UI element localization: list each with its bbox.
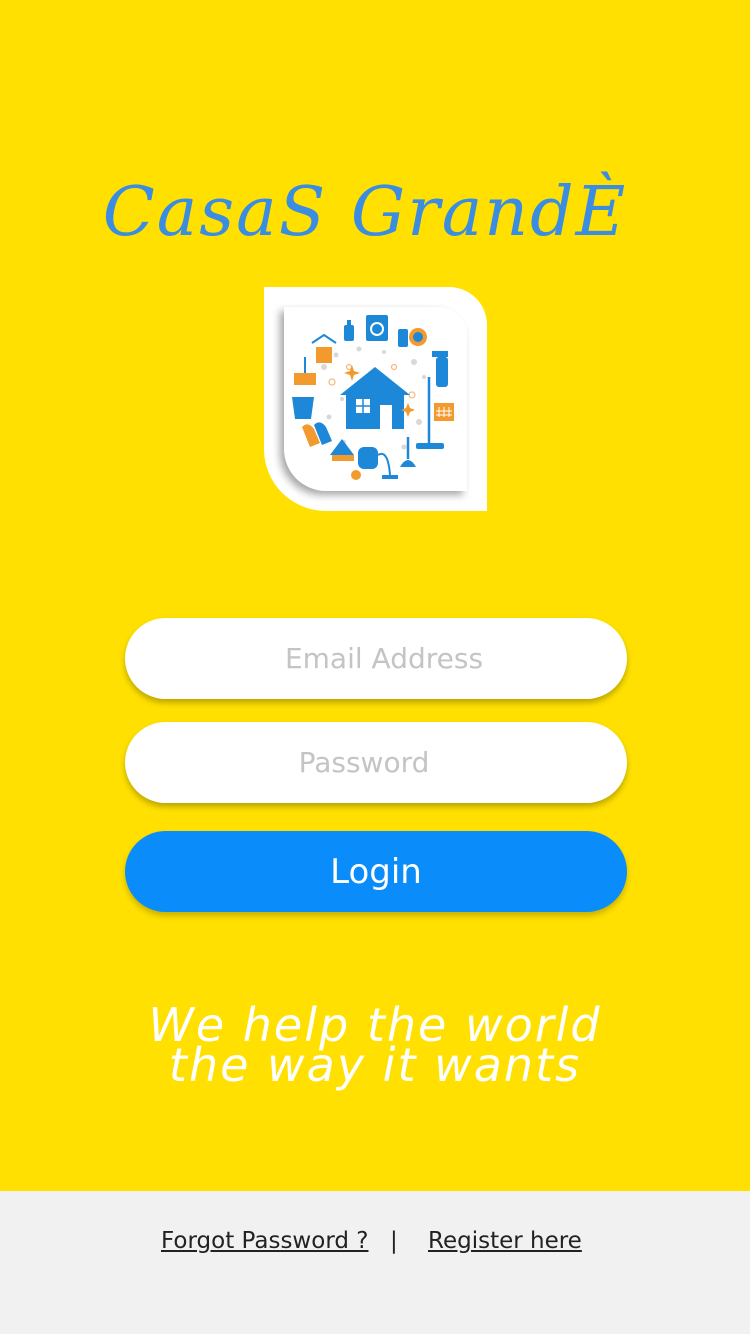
house-cleaning-icon	[284, 307, 467, 491]
app-logo	[264, 287, 487, 511]
register-link[interactable]: Register here	[428, 1228, 582, 1254]
forgot-password-link[interactable]: Forgot Password ?	[161, 1228, 368, 1254]
password-field[interactable]	[125, 722, 627, 803]
login-screen: CasaS GrandÈ Email Address Login We help…	[0, 0, 750, 1334]
tagline-line-2: the way it wants	[168, 1038, 582, 1092]
email-field[interactable]	[125, 618, 627, 699]
tagline: We help the world the way it wants	[0, 1002, 750, 1092]
login-button[interactable]: Login	[125, 831, 627, 912]
footer	[0, 1191, 750, 1334]
main-area: CasaS GrandÈ Email Address Login We help…	[0, 0, 750, 1191]
brand-title: CasaS GrandÈ	[102, 173, 628, 252]
footer-separator: |	[390, 1228, 398, 1254]
